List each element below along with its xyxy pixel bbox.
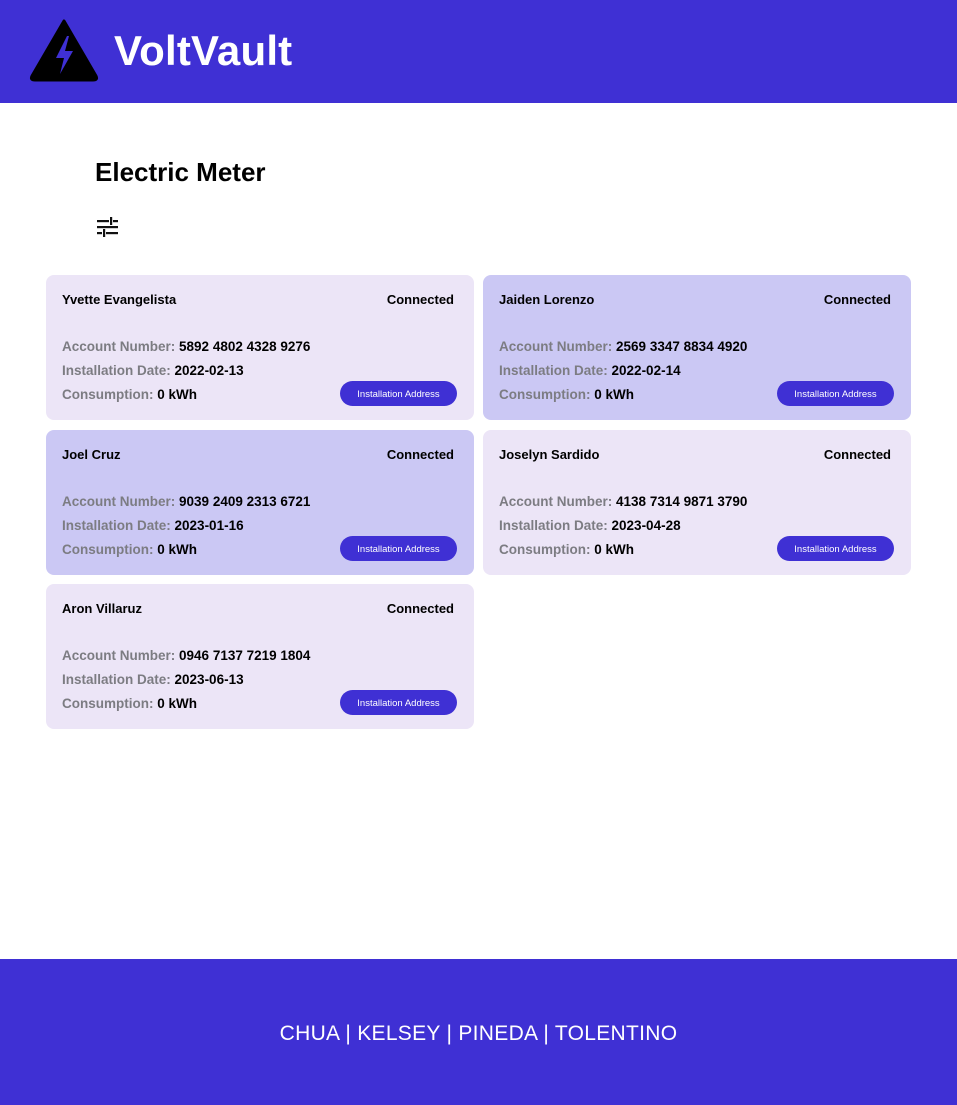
page-title: Electric Meter	[95, 157, 266, 187]
status-badge: Connected	[386, 601, 454, 616]
account-number-row: Account Number: 0946 7137 7219 1804	[62, 647, 310, 665]
status-badge: Connected	[823, 447, 891, 462]
customer-name: Aron Villaruz	[62, 601, 142, 616]
consumption-value: 0 kWh	[594, 542, 635, 557]
consumption-value: 0 kWh	[594, 387, 635, 402]
installation-date-value: 2022-02-14	[611, 363, 681, 378]
meter-card: Joselyn Sardido Connected Account Number…	[483, 430, 911, 575]
consumption-row: Consumption: 0 kWh	[62, 695, 197, 713]
account-number-value: 5892 4802 4328 9276	[179, 339, 311, 354]
meter-card: Yvette Evangelista Connected Account Num…	[46, 275, 474, 420]
installation-date-label: Installation Date:	[62, 672, 171, 687]
consumption-value: 0 kWh	[157, 696, 198, 711]
consumption-row: Consumption: 0 kWh	[499, 541, 634, 559]
installation-date-value: 2023-06-13	[174, 672, 244, 687]
consumption-label: Consumption:	[62, 696, 154, 711]
customer-name: Joselyn Sardido	[499, 447, 600, 462]
installation-address-button[interactable]: Installation Address	[340, 381, 457, 406]
installation-address-button[interactable]: Installation Address	[777, 536, 894, 561]
installation-date-row: Installation Date: 2023-06-13	[62, 671, 244, 689]
installation-date-label: Installation Date:	[499, 363, 608, 378]
consumption-row: Consumption: 0 kWh	[62, 541, 197, 559]
sliders-icon[interactable]	[96, 216, 119, 238]
account-number-row: Account Number: 5892 4802 4328 9276	[62, 338, 310, 356]
consumption-label: Consumption:	[499, 542, 591, 557]
footer-credits: CHUA | KELSEY | PINEDA | TOLENTINO	[279, 1022, 678, 1045]
account-number-label: Account Number:	[499, 339, 613, 354]
account-number-label: Account Number:	[62, 339, 176, 354]
status-badge: Connected	[386, 292, 454, 307]
status-badge: Connected	[823, 292, 891, 307]
account-number-label: Account Number:	[499, 494, 613, 509]
account-number-row: Account Number: 2569 3347 8834 4920	[499, 338, 747, 356]
consumption-label: Consumption:	[62, 387, 154, 402]
customer-name: Yvette Evangelista	[62, 292, 177, 307]
consumption-label: Consumption:	[499, 387, 591, 402]
account-number-value: 2569 3347 8834 4920	[616, 339, 748, 354]
installation-date-label: Installation Date:	[62, 363, 171, 378]
installation-address-button[interactable]: Installation Address	[340, 690, 457, 715]
app-footer: CHUA | KELSEY | PINEDA | TOLENTINO	[0, 959, 957, 1105]
installation-date-value: 2023-04-28	[611, 518, 681, 533]
brand-name: VoltVault	[114, 27, 293, 74]
installation-date-row: Installation Date: 2022-02-14	[499, 362, 681, 380]
meter-card: Jaiden Lorenzo Connected Account Number:…	[483, 275, 911, 420]
installation-address-button[interactable]: Installation Address	[777, 381, 894, 406]
customer-name: Joel Cruz	[62, 447, 121, 462]
account-number-row: Account Number: 4138 7314 9871 3790	[499, 493, 747, 511]
account-number-label: Account Number:	[62, 494, 176, 509]
consumption-value: 0 kWh	[157, 542, 198, 557]
account-number-value: 0946 7137 7219 1804	[179, 648, 311, 663]
customer-name: Jaiden Lorenzo	[499, 292, 595, 307]
app-header: VoltVault	[0, 0, 957, 103]
consumption-row: Consumption: 0 kWh	[62, 386, 197, 404]
account-number-label: Account Number:	[62, 648, 176, 663]
meter-card: Joel Cruz Connected Account Number: 9039…	[46, 430, 474, 575]
installation-date-row: Installation Date: 2023-04-28	[499, 517, 681, 535]
installation-date-row: Installation Date: 2022-02-13	[62, 362, 244, 380]
consumption-label: Consumption:	[62, 542, 154, 557]
consumption-row: Consumption: 0 kWh	[499, 386, 634, 404]
installation-date-value: 2022-02-13	[174, 363, 244, 378]
installation-date-row: Installation Date: 2023-01-16	[62, 517, 244, 535]
account-number-row: Account Number: 9039 2409 2313 6721	[62, 493, 310, 511]
consumption-value: 0 kWh	[157, 387, 198, 402]
account-number-value: 4138 7314 9871 3790	[616, 494, 748, 509]
installation-date-label: Installation Date:	[499, 518, 608, 533]
installation-address-button[interactable]: Installation Address	[340, 536, 457, 561]
lightning-triangle-icon	[29, 19, 99, 82]
meter-card: Aron Villaruz Connected Account Number: …	[46, 584, 474, 729]
installation-date-value: 2023-01-16	[174, 518, 244, 533]
installation-date-label: Installation Date:	[62, 518, 171, 533]
account-number-value: 9039 2409 2313 6721	[179, 494, 311, 509]
status-badge: Connected	[386, 447, 454, 462]
